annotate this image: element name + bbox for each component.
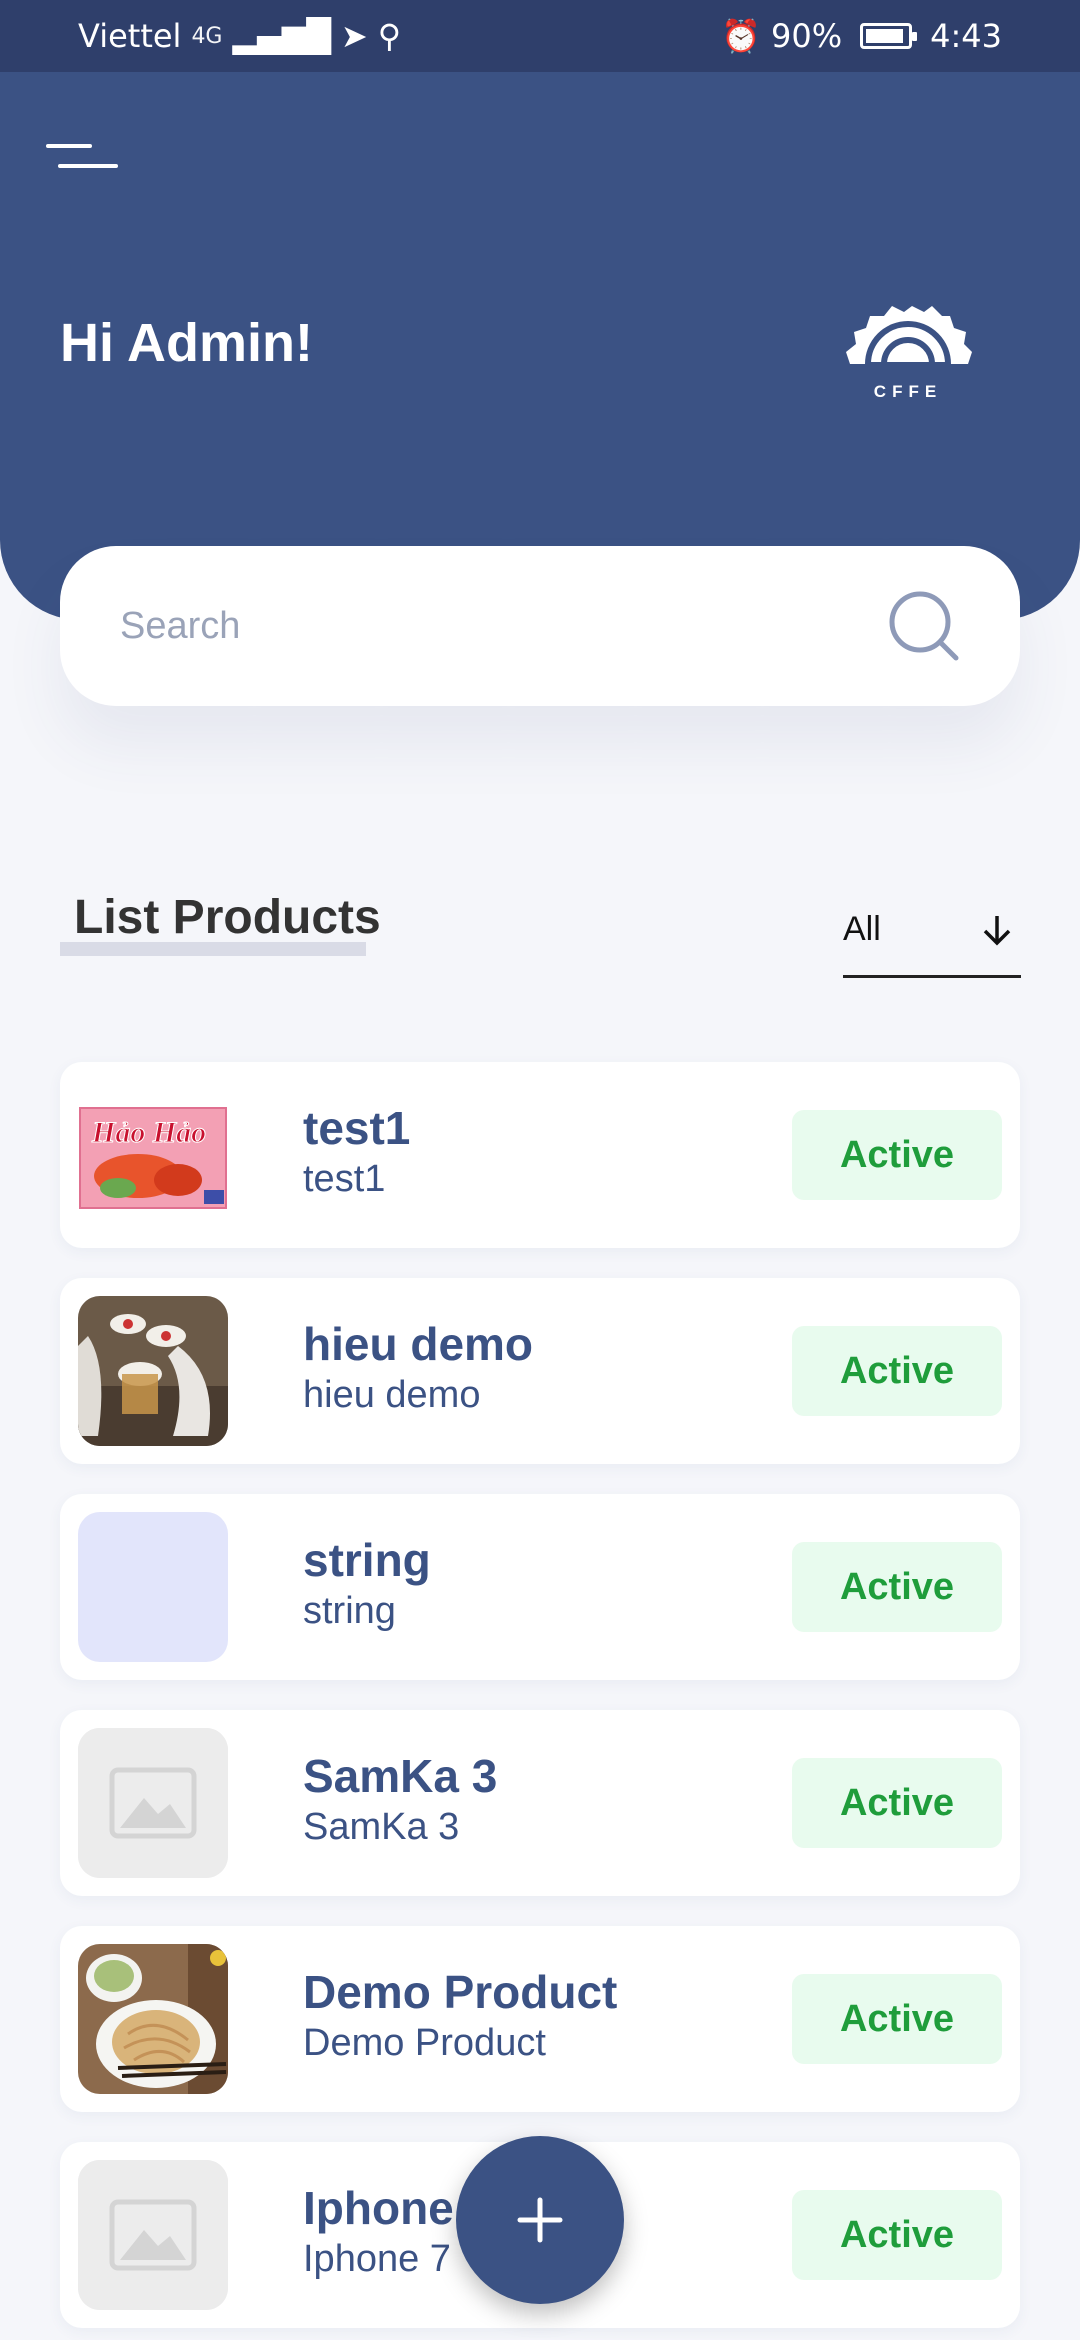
product-text: hieu demo hieu demo xyxy=(303,1318,533,1420)
status-badge: Active xyxy=(792,1542,1002,1632)
status-left: Viettel 4G ▂▄▆█ ➤ ⚲ xyxy=(78,17,401,55)
status-badge: Active xyxy=(792,2190,1002,2280)
logo-text: CFFE xyxy=(873,382,943,401)
status-badge: Active xyxy=(792,1974,1002,2064)
cups-photo xyxy=(78,1296,228,1446)
status-bar: Viettel 4G ▂▄▆█ ➤ ⚲ ⏰ 90% 4:43 xyxy=(0,0,1080,72)
cffe-logo: CFFE xyxy=(840,292,976,402)
status-badge: Active xyxy=(792,1326,1002,1416)
product-subtitle: hieu demo xyxy=(303,1374,481,1416)
filter-dropdown[interactable]: All xyxy=(843,898,1021,978)
alarm-icon: ⏰ xyxy=(721,17,762,55)
search-bar xyxy=(60,546,1020,706)
clock: 4:43 xyxy=(930,17,1002,55)
noodle-pack-image: Hảo Hảo xyxy=(78,1080,228,1230)
product-card[interactable]: Demo Product Demo Product Active xyxy=(60,1926,1020,2112)
status-badge: Active xyxy=(792,1758,1002,1848)
header: Hi Admin! CFFE xyxy=(0,72,1080,620)
product-subtitle: Demo Product xyxy=(303,2022,546,2064)
status-badge: Active xyxy=(792,1110,1002,1200)
product-text: test1 test1 xyxy=(303,1102,410,1204)
product-text: SamKa 3 SamKa 3 xyxy=(303,1750,497,1852)
image-placeholder-icon xyxy=(78,2160,228,2310)
gear-logo-icon xyxy=(846,306,972,368)
product-name: string xyxy=(303,1534,431,1586)
add-product-button[interactable] xyxy=(456,2136,624,2304)
product-card[interactable]: string string Active xyxy=(60,1494,1020,1680)
status-right: ⏰ 90% 4:43 xyxy=(721,17,1002,55)
section-header: List Products xyxy=(60,890,381,956)
usb-icon: ⚲ xyxy=(377,17,402,55)
arrow-down-icon xyxy=(983,915,1011,945)
telegram-icon: ➤ xyxy=(340,17,368,55)
lavender-placeholder xyxy=(78,1512,228,1662)
search-input[interactable] xyxy=(120,604,888,648)
product-card[interactable]: hieu demo hieu demo Active xyxy=(60,1278,1020,1464)
section-title: List Products xyxy=(74,891,381,944)
image-placeholder-icon xyxy=(78,1728,228,1878)
svg-text:Hảo Hảo: Hảo Hảo xyxy=(91,1116,206,1149)
signal-icon: ▂▄▆█ xyxy=(232,17,331,55)
product-card[interactable]: Hảo Hảo test1 test1 Active xyxy=(60,1062,1020,1248)
plus-icon xyxy=(517,2197,563,2243)
product-card[interactable]: SamKa 3 SamKa 3 Active xyxy=(60,1710,1020,1896)
product-subtitle: SamKa 3 xyxy=(303,1806,460,1848)
product-name: test1 xyxy=(303,1102,411,1154)
network-label: 4G xyxy=(191,23,223,49)
battery-icon xyxy=(860,23,918,49)
product-text: Demo Product Demo Product xyxy=(303,1966,617,2068)
product-subtitle: string xyxy=(303,1590,396,1632)
carrier-label: Viettel xyxy=(78,17,182,55)
product-name: SamKa 3 xyxy=(303,1750,498,1802)
menu-icon[interactable] xyxy=(46,138,126,178)
noodles-photo xyxy=(78,1944,228,2094)
filter-value: All xyxy=(843,910,881,948)
product-subtitle: test1 xyxy=(303,1158,386,1200)
product-text: string string xyxy=(303,1534,431,1636)
product-name: hieu demo xyxy=(303,1318,534,1370)
search-icon[interactable] xyxy=(888,590,960,662)
product-name: Demo Product xyxy=(303,1966,618,2018)
battery-percent: 90% xyxy=(771,17,843,55)
greeting-title: Hi Admin! xyxy=(60,313,313,373)
